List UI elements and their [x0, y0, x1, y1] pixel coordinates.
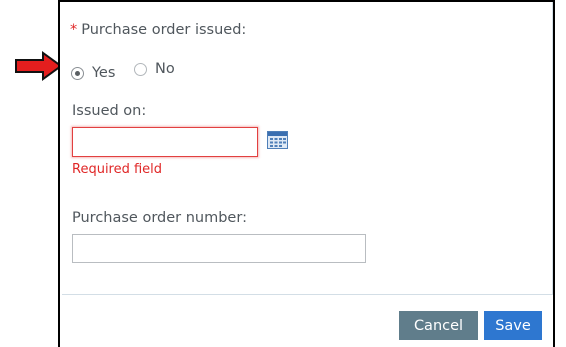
cancel-button[interactable]: Cancel [399, 311, 478, 340]
radio-option-yes[interactable]: Yes [71, 65, 115, 81]
radio-no-label: No [155, 61, 175, 77]
form-panel: * Purchase order issued: Yes No Issued on… [62, 2, 553, 295]
issued-on-label: Issued on: [72, 103, 147, 119]
purchase-order-issued-radio-group: Yes No [71, 61, 189, 81]
purchase-order-number-label: Purchase order number: [72, 210, 247, 226]
radio-yes[interactable] [71, 66, 84, 80]
calendar-icon[interactable] [267, 131, 288, 149]
issued-on-date-input[interactable] [72, 127, 258, 157]
radio-yes-label: Yes [92, 65, 116, 81]
radio-no[interactable] [134, 62, 148, 76]
purchase-order-dialog: * Purchase order issued: Yes No Issued on… [58, 0, 555, 347]
purchase-order-issued-label: * Purchase order issued: [70, 22, 246, 38]
purchase-order-number-input[interactable] [72, 234, 366, 263]
required-marker: * [70, 22, 78, 38]
save-button[interactable]: Save [484, 311, 542, 340]
purchase-order-issued-text: Purchase order issued: [81, 22, 247, 38]
annotation-arrow-icon [15, 51, 63, 81]
radio-option-no[interactable]: No [134, 61, 175, 77]
issued-on-error: Required field [72, 162, 163, 177]
